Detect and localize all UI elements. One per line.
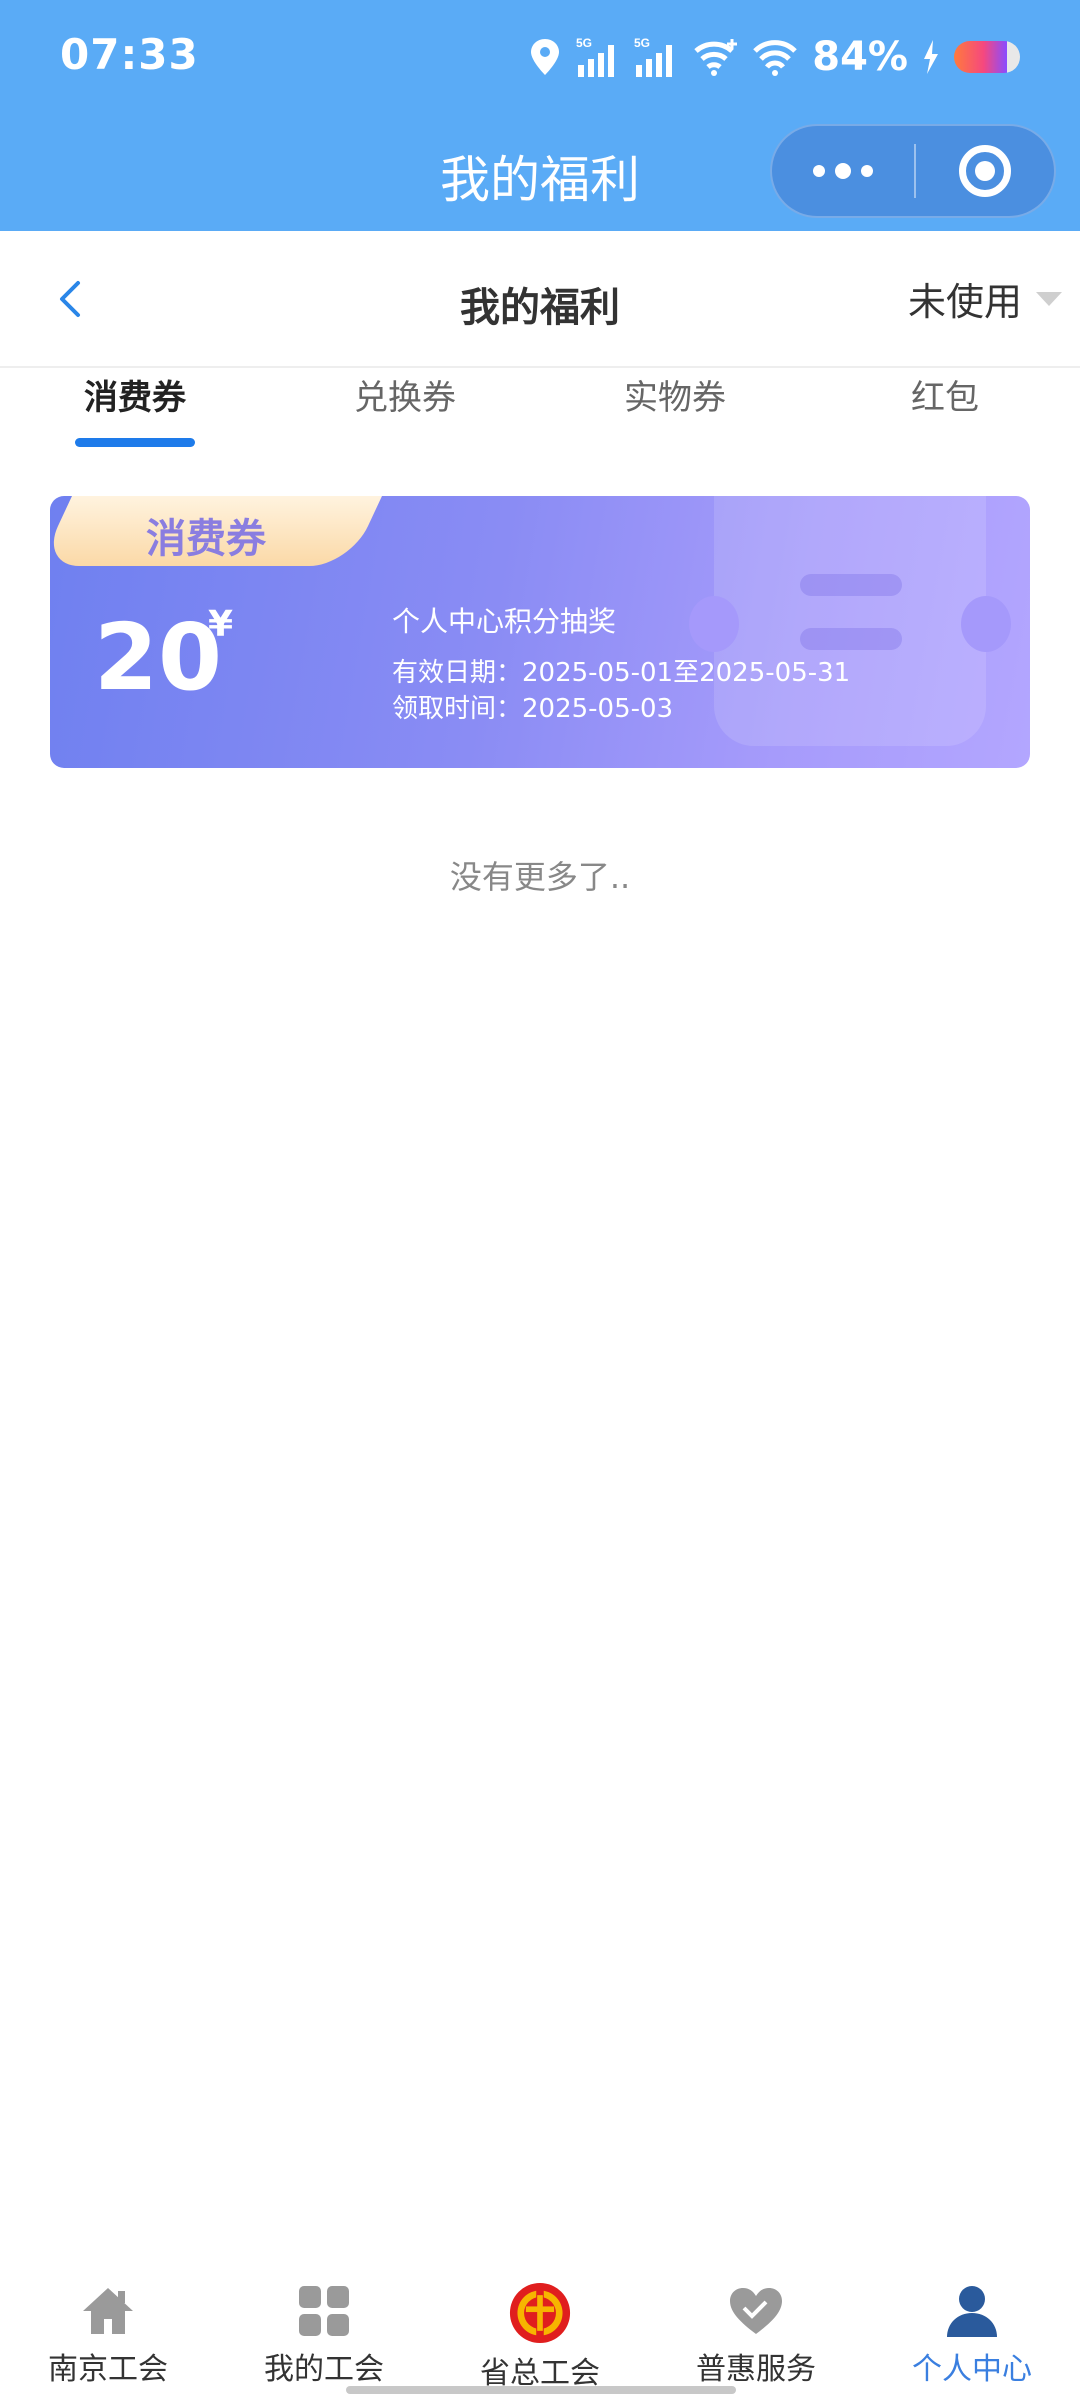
home-icon <box>77 2282 139 2340</box>
wifi-icon <box>753 40 798 76</box>
nav-label: 普惠服务 <box>696 2352 816 2387</box>
svg-text:5G: 5G <box>576 36 592 50</box>
status-filter-dropdown[interactable]: 未使用 <box>908 271 1062 326</box>
coupon-type-label: 消费券 <box>146 516 266 562</box>
mini-program-capsule <box>770 124 1056 218</box>
location-icon <box>531 39 560 75</box>
union-logo-icon <box>509 2282 571 2344</box>
coupon-name: 个人中心积分抽奖 <box>392 605 617 638</box>
coupon-received-time: 领取时间：2025-05-03 <box>392 694 674 724</box>
tab-physical-coupon[interactable]: 实物券 <box>575 370 775 419</box>
more-button[interactable] <box>772 126 914 216</box>
close-mini-program-button[interactable] <box>916 126 1054 216</box>
more-dot-icon <box>861 165 873 177</box>
wifi-plus-icon <box>694 39 738 76</box>
grid-icon <box>293 2282 355 2340</box>
coupon-valid-period: 有效日期：2025-05-01至2025-05-31 <box>392 658 851 688</box>
nav-label: 个人中心 <box>912 2352 1032 2387</box>
battery-icon <box>954 41 1020 73</box>
coupon-tabs: 消费券 兑换券 实物券 红包 <box>0 370 1080 450</box>
caret-down-icon <box>1036 291 1062 306</box>
coupon-amount: 20 <box>94 604 223 711</box>
more-dot-icon <box>813 165 825 177</box>
nav-label: 南京工会 <box>48 2352 168 2387</box>
svg-text:5G: 5G <box>634 36 650 50</box>
nav-item-personal-center[interactable]: 个人中心 <box>864 2268 1080 2388</box>
signal-5g-icon: 5G <box>576 36 615 77</box>
battery-percent: 84% <box>812 34 908 80</box>
coupon-card[interactable]: 消费券 20 ¥ 个人中心积分抽奖 有效日期：2025-05-01至2025-0… <box>50 496 1030 768</box>
status-time: 07:33 <box>60 30 199 79</box>
active-tab-indicator <box>75 438 195 447</box>
more-dot-icon <box>835 163 851 179</box>
nav-item-provincial-union[interactable]: 省总工会 <box>432 2268 648 2391</box>
charging-icon <box>924 40 938 74</box>
tab-consumption-coupon[interactable]: 消费券 <box>35 370 235 419</box>
page-header: 我的福利 未使用 <box>0 231 1080 368</box>
coupon-currency: ¥ <box>208 604 234 645</box>
nav-item-nanjing-union[interactable]: 南京工会 <box>0 2268 216 2388</box>
status-icons: 5G 5G 84% <box>528 32 1020 82</box>
home-indicator[interactable] <box>346 2386 736 2394</box>
no-more-text: 没有更多了.. <box>449 858 631 896</box>
user-icon <box>941 2282 1003 2340</box>
nav-label: 我的工会 <box>264 2352 384 2387</box>
top-bar: 07:33 5G 5G 84% 我的福利 <box>0 0 1080 231</box>
nav-item-inclusive-service[interactable]: 普惠服务 <box>648 2268 864 2388</box>
tab-exchange-coupon[interactable]: 兑换券 <box>305 370 505 419</box>
filter-label: 未使用 <box>907 280 1022 324</box>
tab-red-packet[interactable]: 红包 <box>845 370 1045 419</box>
ticket-watermark-icon <box>689 496 1011 746</box>
target-icon <box>959 145 1011 197</box>
signal-5g-icon: 5G <box>634 36 673 77</box>
bottom-nav: 南京工会 我的工会 省总工会 普惠服务 个人中心 <box>0 2268 1080 2400</box>
nav-item-my-union[interactable]: 我的工会 <box>216 2268 432 2388</box>
heart-icon <box>725 2282 787 2340</box>
